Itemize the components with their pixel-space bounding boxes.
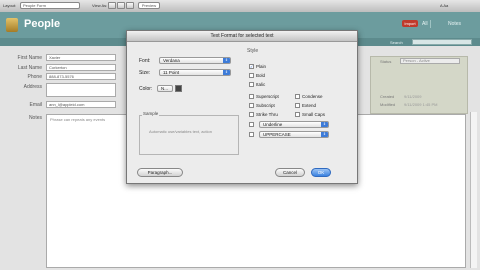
font-label: Font:: [139, 58, 151, 64]
case-value: UPPERCASE: [263, 132, 291, 137]
first-name-field[interactable]: Xavier: [46, 54, 116, 61]
view-table-button[interactable]: [126, 2, 134, 9]
case-checkbox[interactable]: [249, 132, 254, 137]
superscript-checkbox[interactable]: [249, 94, 254, 99]
all-link[interactable]: All: [422, 21, 428, 27]
address-label: Address: [23, 84, 42, 90]
style-header: Style: [247, 48, 259, 54]
notes-link[interactable]: Notes: [448, 21, 461, 27]
email-field[interactable]: ann_l@appleid.com: [46, 101, 116, 108]
created-value: 9/11/2009: [404, 94, 422, 99]
color-select[interactable]: N...: [157, 85, 173, 92]
size-value: 11 Point: [163, 70, 180, 75]
modified-value: 9/11/2009 1:45 PM: [404, 102, 438, 107]
chevron-updown-icon: ⇕: [321, 122, 328, 127]
dialog-title: Text Format for selected text: [127, 31, 357, 42]
last-name-field[interactable]: Corkerton: [46, 64, 116, 71]
sample-title: Sample: [142, 111, 160, 116]
font-select[interactable]: Verdana ⇕: [159, 57, 231, 64]
notes-text: Phrase can repeats any events: [50, 117, 106, 122]
plain-label: Plain: [256, 64, 267, 69]
layout-select[interactable]: People Form: [20, 2, 80, 9]
email-label: Email: [29, 102, 42, 108]
extend-label: Extend: [302, 103, 317, 108]
notes-label: Notes: [28, 115, 42, 121]
phone-label: Phone: [27, 74, 42, 80]
extend-checkbox[interactable]: [295, 103, 300, 108]
size-select[interactable]: 11 Point ⇕: [159, 69, 231, 76]
color-label: Color:: [139, 86, 153, 92]
condense-checkbox[interactable]: [295, 94, 300, 99]
sample-text: Automatic use/variables text, action: [149, 129, 212, 134]
size-label: Size:: [139, 70, 151, 76]
address-field[interactable]: [46, 83, 116, 97]
view-as-label: View As:: [92, 3, 108, 8]
header-separator: [430, 20, 431, 28]
italic-label: Italic: [256, 82, 266, 87]
sample-box: [139, 115, 239, 155]
status-label: Status: [380, 59, 392, 64]
status-field[interactable]: Person - Active: [400, 58, 460, 64]
bold-label: Bold: [256, 73, 266, 78]
vertical-scrollbar[interactable]: [470, 112, 477, 268]
small-caps-checkbox[interactable]: [295, 112, 300, 117]
app-logo-icon: [6, 18, 18, 32]
chevron-updown-icon: ⇕: [223, 58, 230, 63]
view-form-button[interactable]: [108, 2, 116, 9]
superscript-label: Superscript: [256, 94, 279, 99]
case-select[interactable]: UPPERCASE ⇕: [259, 131, 329, 138]
layout-label: Layout:: [3, 3, 17, 8]
italic-checkbox[interactable]: [249, 82, 254, 87]
small-caps-label: Small Caps: [302, 112, 326, 117]
search-input[interactable]: [412, 39, 472, 45]
text-size-controls[interactable]: A Aa: [440, 2, 448, 9]
text-format-dialog: Text Format for selected text Font: Verd…: [126, 30, 358, 184]
cancel-button[interactable]: Cancel: [275, 168, 305, 177]
created-label: Created: [380, 94, 395, 99]
condense-label: Condense: [302, 94, 323, 99]
import-badge[interactable]: Import: [402, 20, 418, 27]
first-name-label: First Name: [17, 55, 42, 61]
bold-checkbox[interactable]: [249, 73, 254, 78]
strike-thru-label: Strike Thru: [256, 112, 278, 117]
subscript-checkbox[interactable]: [249, 103, 254, 108]
chevron-updown-icon: ⇕: [223, 70, 230, 75]
phone-field[interactable]: 888-873-5576: [46, 73, 116, 80]
ok-button[interactable]: OK: [311, 168, 331, 177]
app-title: People: [24, 18, 61, 30]
color-swatch[interactable]: [175, 85, 182, 92]
modified-label: Modified: [380, 102, 396, 107]
paragraph-button[interactable]: Paragraph...: [137, 168, 183, 177]
strike-thru-checkbox[interactable]: [249, 112, 254, 117]
plain-checkbox[interactable]: ✓: [249, 64, 254, 69]
search-label: Search: [390, 40, 403, 45]
view-list-button[interactable]: [117, 2, 125, 9]
preview-button[interactable]: Preview: [138, 2, 160, 9]
underline-value: Underline: [263, 122, 283, 127]
underline-checkbox[interactable]: [249, 122, 254, 127]
subscript-label: Subscript: [256, 103, 275, 108]
font-value: Verdana: [163, 58, 180, 63]
last-name-label: Last Name: [17, 65, 42, 71]
chevron-updown-icon: ⇕: [321, 132, 328, 137]
underline-select[interactable]: Underline ⇕: [259, 121, 329, 128]
